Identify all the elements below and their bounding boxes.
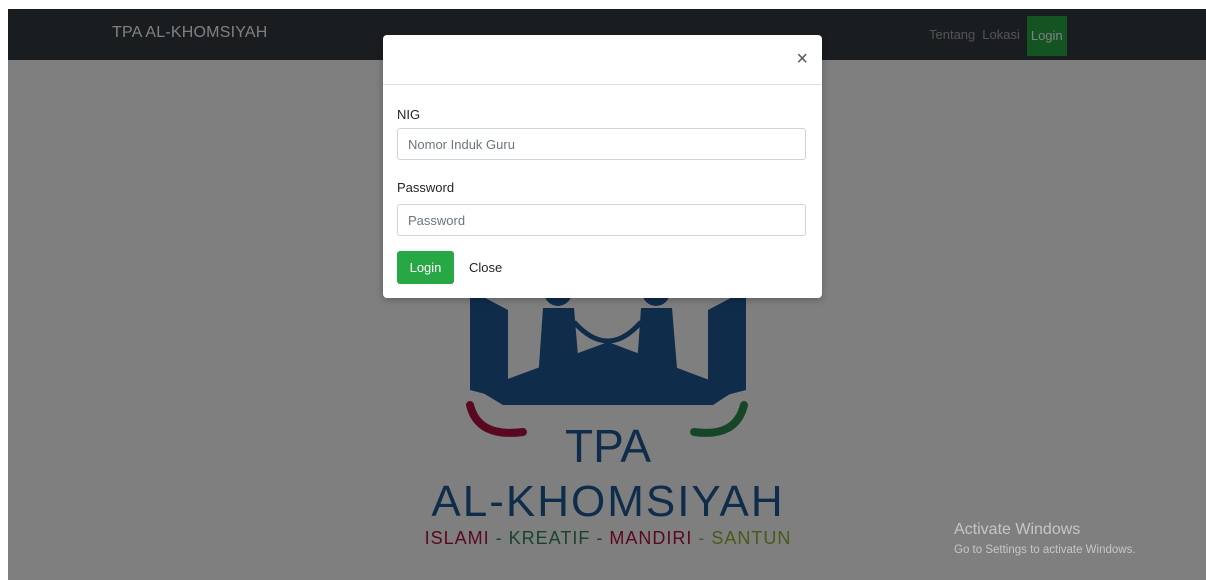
windows-activation-watermark: Activate Windows Go to Settings to activ… — [954, 521, 1136, 556]
login-modal: × NIG Password Login Close — [383, 35, 822, 298]
watermark-title: Activate Windows — [954, 521, 1081, 538]
modal-header: × — [383, 35, 822, 85]
close-icon[interactable]: × — [796, 49, 808, 69]
password-label: Password — [397, 180, 455, 195]
browser-viewport: TPA AL-KHOMSIYAH Tentang Lokasi Login — [8, 9, 1206, 580]
watermark-subtitle: Go to Settings to activate Windows. — [954, 544, 1136, 556]
password-input[interactable] — [397, 204, 806, 236]
login-button[interactable]: Login — [397, 251, 454, 284]
close-button[interactable]: Close — [469, 260, 502, 275]
nig-label: NIG — [397, 107, 421, 122]
nig-input[interactable] — [397, 128, 806, 160]
